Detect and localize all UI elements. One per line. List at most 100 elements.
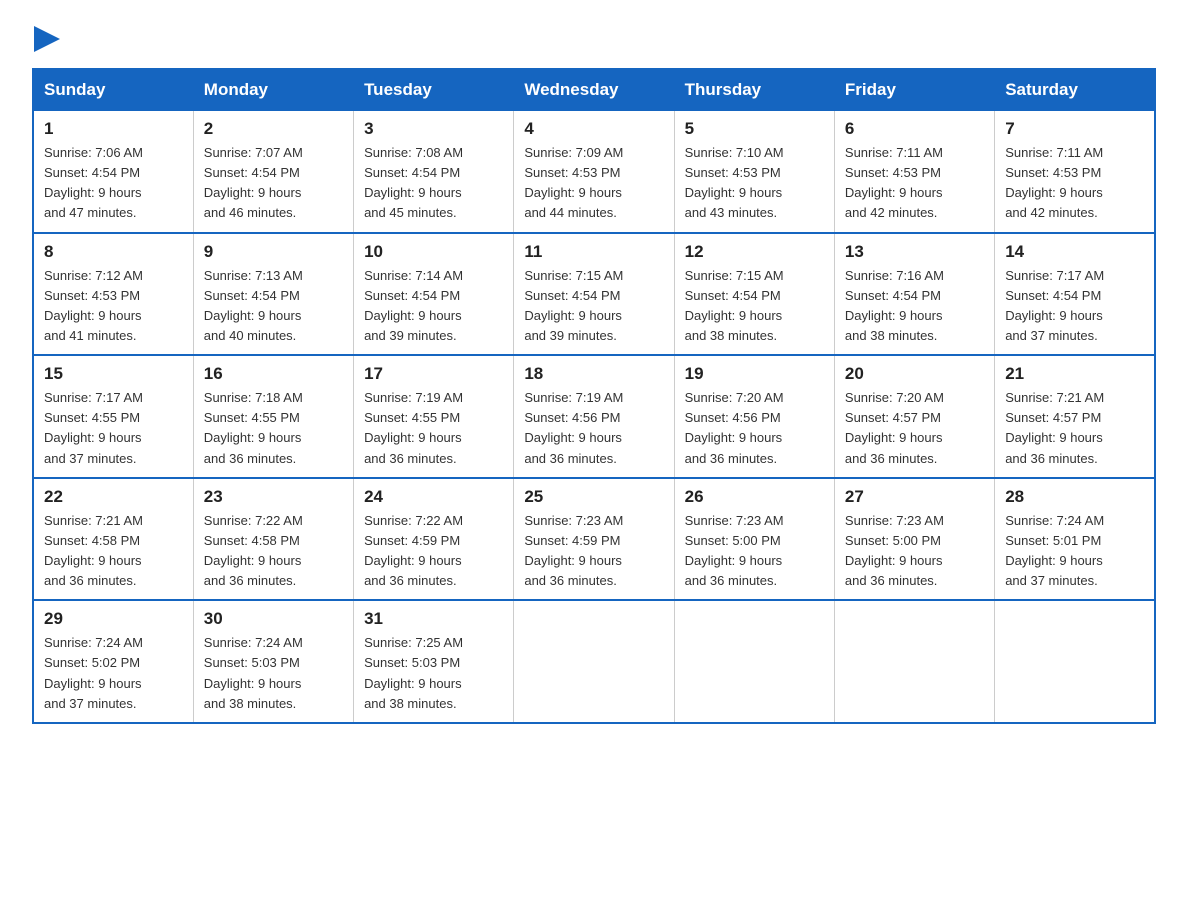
calendar-cell: 29 Sunrise: 7:24 AM Sunset: 5:02 PM Dayl… [33,600,193,723]
day-info: Sunrise: 7:11 AM Sunset: 4:53 PM Dayligh… [845,143,984,224]
calendar-cell [674,600,834,723]
calendar-cell: 7 Sunrise: 7:11 AM Sunset: 4:53 PM Dayli… [995,111,1155,233]
day-info: Sunrise: 7:24 AM Sunset: 5:02 PM Dayligh… [44,633,183,714]
day-info: Sunrise: 7:15 AM Sunset: 4:54 PM Dayligh… [524,266,663,347]
day-number: 22 [44,487,183,507]
calendar-cell [995,600,1155,723]
logo [32,24,60,48]
day-number: 6 [845,119,984,139]
day-info: Sunrise: 7:14 AM Sunset: 4:54 PM Dayligh… [364,266,503,347]
day-info: Sunrise: 7:07 AM Sunset: 4:54 PM Dayligh… [204,143,343,224]
calendar-cell: 5 Sunrise: 7:10 AM Sunset: 4:53 PM Dayli… [674,111,834,233]
calendar-cell: 2 Sunrise: 7:07 AM Sunset: 4:54 PM Dayli… [193,111,353,233]
calendar-cell: 24 Sunrise: 7:22 AM Sunset: 4:59 PM Dayl… [354,478,514,601]
calendar-cell: 28 Sunrise: 7:24 AM Sunset: 5:01 PM Dayl… [995,478,1155,601]
day-info: Sunrise: 7:17 AM Sunset: 4:54 PM Dayligh… [1005,266,1144,347]
calendar-cell: 11 Sunrise: 7:15 AM Sunset: 4:54 PM Dayl… [514,233,674,356]
day-number: 11 [524,242,663,262]
day-info: Sunrise: 7:22 AM Sunset: 4:58 PM Dayligh… [204,511,343,592]
day-number: 4 [524,119,663,139]
calendar-cell: 22 Sunrise: 7:21 AM Sunset: 4:58 PM Dayl… [33,478,193,601]
day-info: Sunrise: 7:21 AM Sunset: 4:57 PM Dayligh… [1005,388,1144,469]
day-info: Sunrise: 7:19 AM Sunset: 4:55 PM Dayligh… [364,388,503,469]
day-info: Sunrise: 7:23 AM Sunset: 5:00 PM Dayligh… [685,511,824,592]
weekday-header-sunday: Sunday [33,69,193,111]
day-number: 31 [364,609,503,629]
day-number: 14 [1005,242,1144,262]
day-number: 21 [1005,364,1144,384]
day-info: Sunrise: 7:24 AM Sunset: 5:03 PM Dayligh… [204,633,343,714]
calendar-cell: 16 Sunrise: 7:18 AM Sunset: 4:55 PM Dayl… [193,355,353,478]
calendar-cell: 17 Sunrise: 7:19 AM Sunset: 4:55 PM Dayl… [354,355,514,478]
day-number: 15 [44,364,183,384]
calendar-week-row: 15 Sunrise: 7:17 AM Sunset: 4:55 PM Dayl… [33,355,1155,478]
calendar-cell: 30 Sunrise: 7:24 AM Sunset: 5:03 PM Dayl… [193,600,353,723]
day-number: 17 [364,364,503,384]
calendar-cell: 18 Sunrise: 7:19 AM Sunset: 4:56 PM Dayl… [514,355,674,478]
day-number: 7 [1005,119,1144,139]
day-number: 29 [44,609,183,629]
day-info: Sunrise: 7:23 AM Sunset: 5:00 PM Dayligh… [845,511,984,592]
day-number: 19 [685,364,824,384]
day-number: 28 [1005,487,1144,507]
calendar-cell: 26 Sunrise: 7:23 AM Sunset: 5:00 PM Dayl… [674,478,834,601]
day-number: 12 [685,242,824,262]
day-number: 16 [204,364,343,384]
day-info: Sunrise: 7:08 AM Sunset: 4:54 PM Dayligh… [364,143,503,224]
day-number: 24 [364,487,503,507]
day-info: Sunrise: 7:19 AM Sunset: 4:56 PM Dayligh… [524,388,663,469]
day-number: 23 [204,487,343,507]
day-info: Sunrise: 7:25 AM Sunset: 5:03 PM Dayligh… [364,633,503,714]
day-number: 26 [685,487,824,507]
day-info: Sunrise: 7:21 AM Sunset: 4:58 PM Dayligh… [44,511,183,592]
calendar-cell: 23 Sunrise: 7:22 AM Sunset: 4:58 PM Dayl… [193,478,353,601]
day-number: 27 [845,487,984,507]
calendar-week-row: 22 Sunrise: 7:21 AM Sunset: 4:58 PM Dayl… [33,478,1155,601]
day-number: 8 [44,242,183,262]
logo-arrow-icon [34,26,60,52]
calendar-cell: 25 Sunrise: 7:23 AM Sunset: 4:59 PM Dayl… [514,478,674,601]
calendar-cell [514,600,674,723]
day-number: 18 [524,364,663,384]
day-info: Sunrise: 7:10 AM Sunset: 4:53 PM Dayligh… [685,143,824,224]
calendar-cell: 14 Sunrise: 7:17 AM Sunset: 4:54 PM Dayl… [995,233,1155,356]
calendar-cell: 13 Sunrise: 7:16 AM Sunset: 4:54 PM Dayl… [834,233,994,356]
day-info: Sunrise: 7:11 AM Sunset: 4:53 PM Dayligh… [1005,143,1144,224]
calendar-cell: 31 Sunrise: 7:25 AM Sunset: 5:03 PM Dayl… [354,600,514,723]
day-info: Sunrise: 7:18 AM Sunset: 4:55 PM Dayligh… [204,388,343,469]
day-info: Sunrise: 7:24 AM Sunset: 5:01 PM Dayligh… [1005,511,1144,592]
day-number: 13 [845,242,984,262]
weekday-header-monday: Monday [193,69,353,111]
day-number: 10 [364,242,503,262]
calendar-cell: 4 Sunrise: 7:09 AM Sunset: 4:53 PM Dayli… [514,111,674,233]
day-number: 2 [204,119,343,139]
day-info: Sunrise: 7:20 AM Sunset: 4:57 PM Dayligh… [845,388,984,469]
calendar-cell: 19 Sunrise: 7:20 AM Sunset: 4:56 PM Dayl… [674,355,834,478]
calendar-week-row: 29 Sunrise: 7:24 AM Sunset: 5:02 PM Dayl… [33,600,1155,723]
weekday-header-thursday: Thursday [674,69,834,111]
calendar-header-row: SundayMondayTuesdayWednesdayThursdayFrid… [33,69,1155,111]
day-info: Sunrise: 7:23 AM Sunset: 4:59 PM Dayligh… [524,511,663,592]
day-info: Sunrise: 7:20 AM Sunset: 4:56 PM Dayligh… [685,388,824,469]
page-header [32,24,1156,48]
weekday-header-saturday: Saturday [995,69,1155,111]
day-info: Sunrise: 7:16 AM Sunset: 4:54 PM Dayligh… [845,266,984,347]
calendar-cell: 20 Sunrise: 7:20 AM Sunset: 4:57 PM Dayl… [834,355,994,478]
day-number: 25 [524,487,663,507]
day-number: 1 [44,119,183,139]
day-info: Sunrise: 7:12 AM Sunset: 4:53 PM Dayligh… [44,266,183,347]
day-number: 20 [845,364,984,384]
day-number: 9 [204,242,343,262]
day-info: Sunrise: 7:06 AM Sunset: 4:54 PM Dayligh… [44,143,183,224]
calendar-cell: 10 Sunrise: 7:14 AM Sunset: 4:54 PM Dayl… [354,233,514,356]
calendar-cell: 15 Sunrise: 7:17 AM Sunset: 4:55 PM Dayl… [33,355,193,478]
calendar-cell: 12 Sunrise: 7:15 AM Sunset: 4:54 PM Dayl… [674,233,834,356]
calendar-cell: 9 Sunrise: 7:13 AM Sunset: 4:54 PM Dayli… [193,233,353,356]
day-number: 30 [204,609,343,629]
day-number: 3 [364,119,503,139]
day-number: 5 [685,119,824,139]
weekday-header-wednesday: Wednesday [514,69,674,111]
day-info: Sunrise: 7:15 AM Sunset: 4:54 PM Dayligh… [685,266,824,347]
calendar-week-row: 8 Sunrise: 7:12 AM Sunset: 4:53 PM Dayli… [33,233,1155,356]
day-info: Sunrise: 7:09 AM Sunset: 4:53 PM Dayligh… [524,143,663,224]
